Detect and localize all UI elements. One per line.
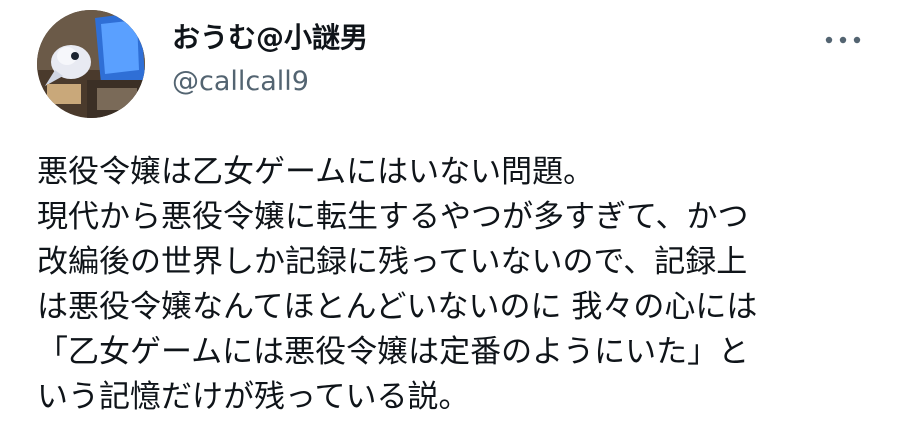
more-horizontal-icon [825, 36, 861, 44]
tweet-line: 悪役令嬢は乙女ゲームにはいない問題。 [37, 154, 595, 190]
tweet-line: 現代から悪役令嬢に転生するやつが多すぎて、かつ [37, 199, 749, 235]
more-options-button[interactable] [820, 22, 866, 58]
user-handle[interactable]: @callcall9 [172, 62, 309, 102]
tweet-line: 「乙女ゲームには悪役令嬢は定番のようにいた」と [37, 334, 750, 370]
user-avatar[interactable] [37, 10, 145, 118]
display-name[interactable]: おうむ@小謎男 [172, 18, 368, 58]
avatar-image [37, 10, 145, 118]
tweet-line: いう記憶だけが残っている説。 [37, 379, 470, 415]
tweet-text: 悪役令嬢は乙女ゲームにはいない問題。 現代から悪役令嬢に転生するやつが多すぎて、… [37, 150, 877, 420]
tweet-line: 改編後の世界しか記録に残っていないので、記録上 [37, 244, 748, 280]
tweet-line: は悪役令嬢なんてほとんどいないのに 我々の心には [37, 289, 758, 325]
